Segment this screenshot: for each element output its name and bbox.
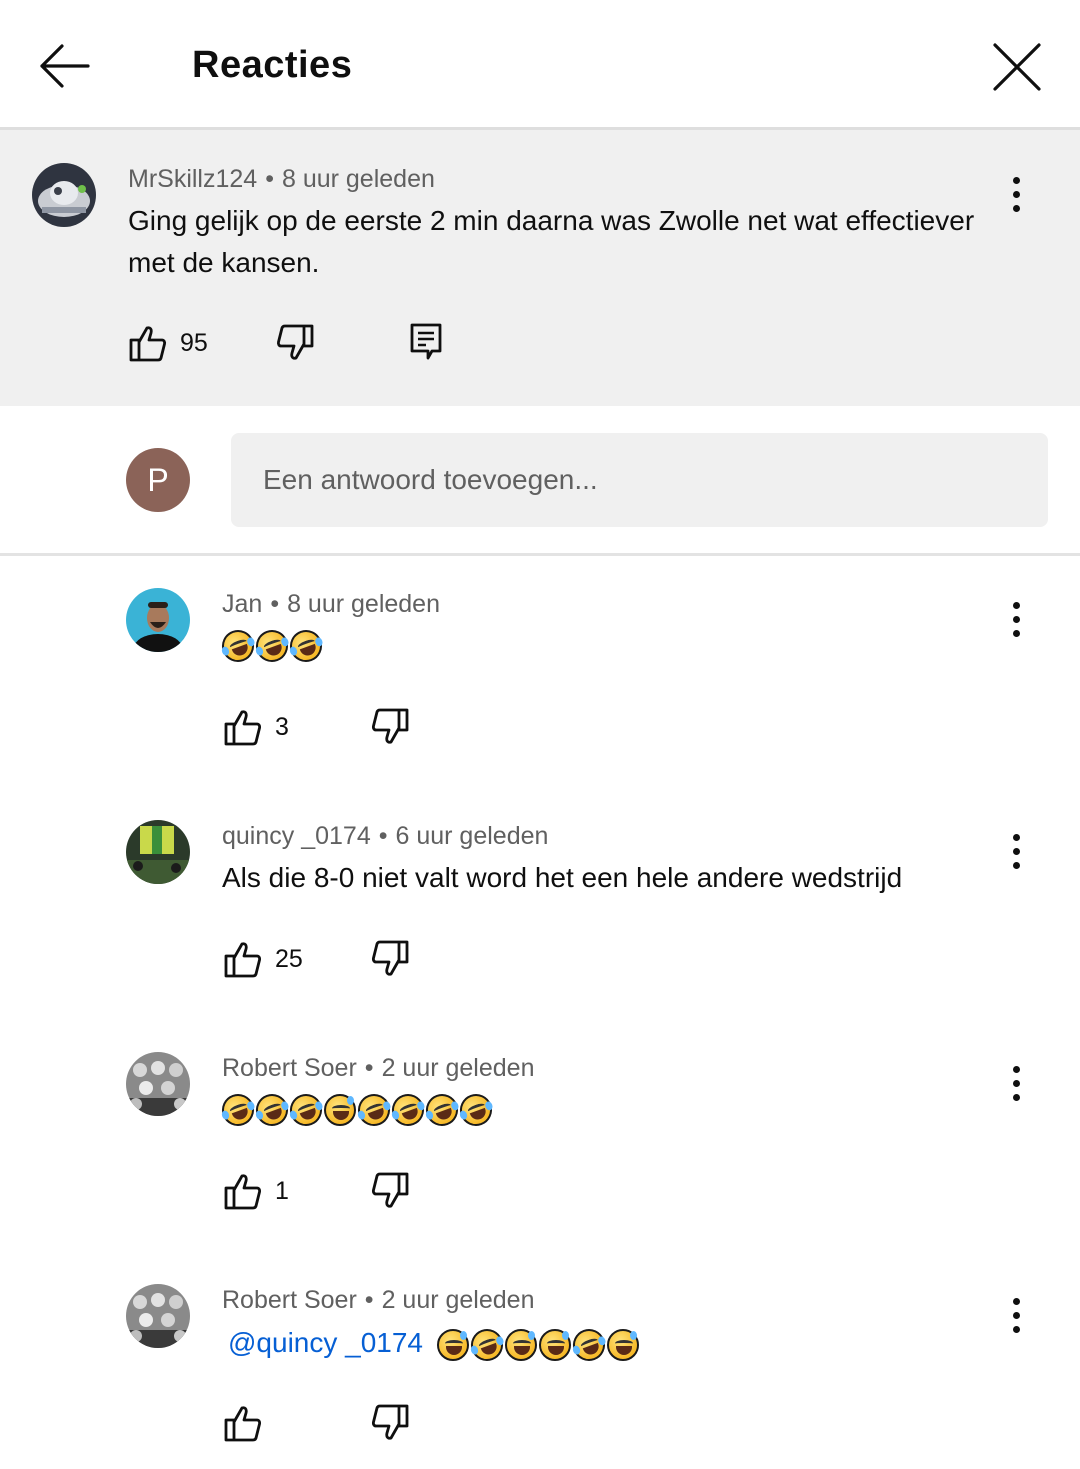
comment-meta: Robert Soer • 2 uur geleden	[222, 1286, 535, 1314]
avatar[interactable]	[32, 163, 96, 227]
comment-text	[217, 1089, 497, 1131]
rofl-emoji-icon	[285, 625, 327, 667]
arrow-left-icon	[40, 44, 90, 88]
more-options-button[interactable]	[996, 1053, 1036, 1113]
comment-meta: Robert Soer • 2 uur geleden	[222, 1054, 535, 1082]
close-icon	[993, 43, 1041, 91]
comment-time: 8 uur geleden	[281, 165, 435, 193]
parent-comment: MrSkillz124 • 8 uur geleden Ging gelijk op…	[0, 130, 1080, 406]
thumbs-up-icon	[224, 710, 262, 746]
rofl-emoji-icon	[466, 1324, 508, 1366]
comment-text	[217, 625, 327, 667]
comment-meta: MrSkillz124 • 8 uur geleden	[128, 165, 435, 193]
comment-meta: quincy _0174 • 6 uur geleden	[222, 822, 549, 850]
like-button[interactable]: 95	[128, 323, 208, 363]
rofl-emoji-icon	[285, 1089, 327, 1131]
dislike-button[interactable]	[370, 1403, 410, 1443]
like-button[interactable]: 25	[223, 939, 303, 979]
comment-time: 8 uur geleden	[287, 590, 440, 618]
comment-text: @quincy _0174	[222, 1322, 641, 1366]
more-options-button[interactable]	[996, 1285, 1036, 1345]
back-button[interactable]	[34, 36, 94, 96]
thumbs-up-icon	[129, 326, 167, 362]
dislike-button[interactable]	[370, 939, 410, 979]
comment-time: 6 uur geleden	[395, 822, 549, 850]
page-title: Reacties	[192, 44, 353, 86]
thumbs-down-icon	[276, 324, 314, 360]
comment-meta: Jan • 8 uur geleden	[222, 590, 440, 618]
grinning-sweat-emoji-icon	[607, 1328, 640, 1361]
dislike-button[interactable]	[370, 1171, 410, 1211]
like-button[interactable]	[223, 1403, 275, 1443]
reply-bar: P	[0, 406, 1080, 556]
rofl-emoji-icon	[421, 1089, 463, 1131]
rofl-emoji-icon	[455, 1089, 497, 1131]
grinning-sweat-emoji-icon	[505, 1328, 538, 1361]
thumbs-down-icon	[371, 1172, 409, 1208]
user-avatar[interactable]: P	[126, 448, 190, 512]
thumbs-up-icon	[224, 1406, 262, 1442]
comment-icon	[410, 323, 442, 360]
thumbs-up-icon	[224, 942, 262, 978]
rofl-emoji-icon	[217, 625, 259, 667]
rofl-emoji-icon	[217, 1089, 259, 1131]
avatar[interactable]	[126, 588, 190, 652]
grinning-sweat-emoji-icon	[437, 1328, 470, 1361]
rofl-emoji-icon	[353, 1089, 395, 1131]
comment-time: 2 uur geleden	[381, 1054, 535, 1082]
thumbs-down-icon	[371, 1404, 409, 1440]
like-count: 95	[180, 328, 208, 357]
more-options-button[interactable]	[996, 164, 1036, 224]
reply-input[interactable]	[231, 433, 1048, 527]
avatar[interactable]	[126, 820, 190, 884]
dislike-button[interactable]	[370, 707, 410, 747]
comment-author[interactable]: quincy _0174	[222, 822, 371, 850]
comment-text: Ging gelijk op de eerste 2 min daarna wa…	[128, 205, 975, 278]
rofl-emoji-icon	[251, 1089, 293, 1131]
header: Reacties	[0, 0, 1080, 130]
grinning-sweat-emoji-icon	[539, 1328, 572, 1361]
reply-button[interactable]	[410, 323, 442, 361]
like-count: 1	[275, 1176, 289, 1205]
avatar[interactable]	[126, 1052, 190, 1116]
dislike-button[interactable]	[275, 323, 315, 363]
comment-author[interactable]: Robert Soer	[222, 1286, 357, 1314]
more-options-button[interactable]	[996, 821, 1036, 881]
comment-text: Als die 8-0 niet valt word het een hele …	[222, 862, 903, 893]
like-count: 3	[275, 712, 289, 741]
avatar[interactable]	[126, 1284, 190, 1348]
mention-link[interactable]: @quincy _0174	[228, 1327, 423, 1358]
like-button[interactable]: 1	[223, 1171, 289, 1211]
grinning-sweat-emoji-icon	[324, 1094, 356, 1126]
thumbs-up-icon	[224, 1174, 262, 1210]
rofl-emoji-icon	[387, 1089, 429, 1131]
comment-time: 2 uur geleden	[381, 1286, 535, 1314]
rofl-emoji-icon	[568, 1324, 610, 1366]
comment-author[interactable]: Robert Soer	[222, 1054, 357, 1082]
thumbs-down-icon	[371, 708, 409, 744]
rofl-emoji-icon	[251, 625, 293, 667]
more-options-button[interactable]	[996, 589, 1036, 649]
thumbs-down-icon	[371, 940, 409, 976]
like-button[interactable]: 3	[223, 707, 289, 747]
close-button[interactable]	[986, 36, 1048, 98]
comment-author[interactable]: MrSkillz124	[128, 165, 257, 193]
comment-author[interactable]: Jan	[222, 590, 262, 618]
like-count: 25	[275, 944, 303, 973]
